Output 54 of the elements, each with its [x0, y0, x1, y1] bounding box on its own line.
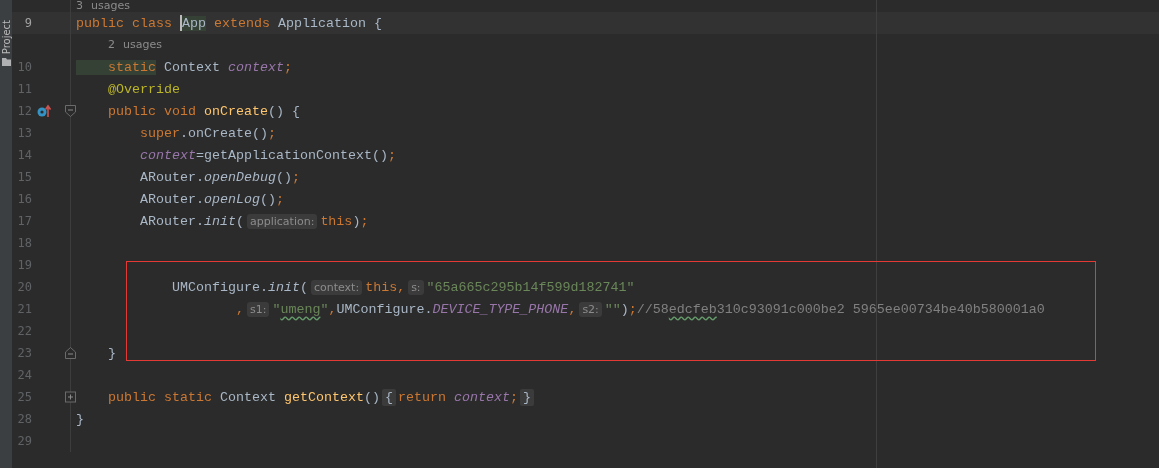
- parameter-hint: application:: [247, 213, 318, 229]
- code-text: this,: [365, 279, 406, 295]
- code-text: "");//58edcfeb310c93091c000be2 5965ee00734be40b580001a0: [604, 301, 1045, 317]
- parameter-hint: s2:: [579, 301, 602, 317]
- code-text: return context;: [397, 389, 518, 405]
- line-number: 20: [16, 280, 32, 294]
- usages-hint[interactable]: 2 usages: [76, 39, 162, 51]
- code-text: this);: [320, 213, 369, 229]
- code-text: ARouter.openLog();: [139, 191, 284, 207]
- code-text: "umeng",UMConfigure.DEVICE_TYPE_PHONE,: [272, 301, 577, 317]
- line-number: 25: [16, 390, 32, 404]
- line-number: 23: [16, 346, 32, 360]
- code-text: }: [107, 345, 116, 361]
- code-text: ARouter.openDebug();: [139, 169, 300, 185]
- fold-icon[interactable]: [65, 347, 76, 359]
- code-text: context=getApplicationContext();: [139, 147, 396, 163]
- code-text: ,: [234, 301, 244, 317]
- line-number: 24: [16, 368, 32, 382]
- folded-code[interactable]: {: [381, 388, 396, 406]
- line-number: 19: [16, 258, 32, 272]
- code-text: public class App extends Application {: [76, 15, 382, 31]
- code-text: "65a665c295b14f599d182741": [426, 279, 635, 295]
- line-number: 11: [16, 82, 32, 96]
- fold-icon[interactable]: [65, 105, 76, 117]
- line-number: 21: [16, 302, 32, 316]
- line-number: 22: [16, 324, 32, 338]
- line-number: 10: [16, 60, 32, 74]
- line-number: 16: [16, 192, 32, 206]
- line-number: 28: [16, 412, 32, 426]
- folder-icon: [1, 58, 11, 67]
- code-text: }: [76, 411, 84, 427]
- code-text: public void onCreate() {: [107, 103, 300, 119]
- line-number: 18: [16, 236, 32, 250]
- code-text: super.onCreate();: [139, 125, 276, 141]
- folded-code[interactable]: }: [519, 388, 534, 406]
- code-text: ARouter.init(: [139, 213, 244, 229]
- code-text: UMConfigure.init(: [170, 279, 308, 295]
- parameter-hint: s1:: [246, 301, 270, 317]
- code-text: @Override: [107, 81, 180, 97]
- line-number: 14: [16, 148, 32, 162]
- code-text: static Context context;: [76, 59, 292, 75]
- line-number: 29: [16, 434, 32, 448]
- usages-hint[interactable]: 3 usages: [76, 0, 130, 12]
- line-number: 15: [16, 170, 32, 184]
- parameter-hint: context:: [310, 279, 363, 295]
- expand-icon[interactable]: [65, 391, 76, 403]
- line-number: 13: [16, 126, 32, 140]
- line-number: 12: [16, 104, 32, 118]
- code-text: public static Context getContext(): [107, 389, 380, 405]
- override-icon[interactable]: [37, 104, 51, 118]
- parameter-hint: s:: [408, 279, 424, 295]
- line-number: 17: [16, 214, 32, 228]
- line-number: 9: [23, 16, 32, 30]
- project-tab[interactable]: Project: [0, 20, 12, 55]
